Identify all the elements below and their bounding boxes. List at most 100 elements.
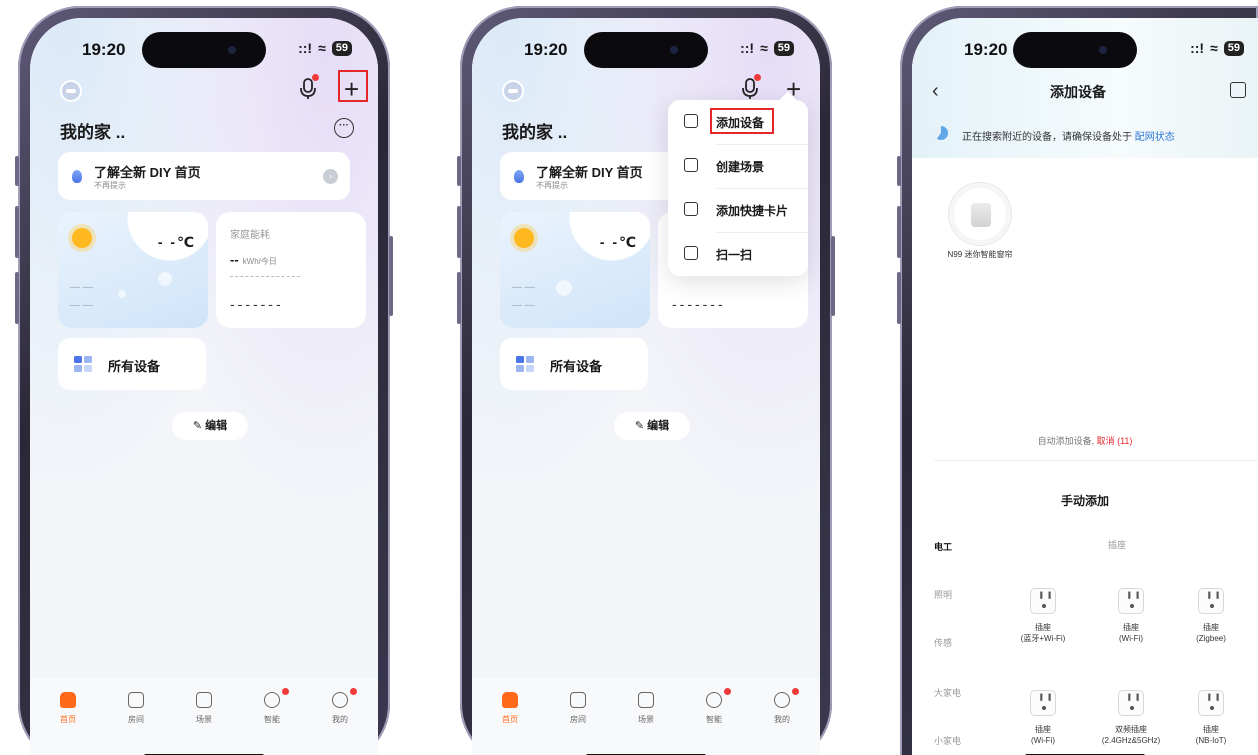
profile-icon [774, 692, 790, 708]
menu-item-label: 添加快捷卡片 [716, 204, 789, 218]
volume-up-button [897, 206, 901, 258]
socket-icon [1198, 588, 1224, 614]
device-option-name: 插座 (Wi-Fi) [1031, 725, 1055, 745]
banner-title: 了解全新 DIY 首页 [94, 165, 201, 180]
page-title: 添加设备 [1050, 84, 1106, 100]
avatar[interactable] [502, 80, 524, 102]
page-title[interactable]: 我的家 .. [60, 118, 125, 143]
tab-scenes[interactable]: 场景 [626, 692, 666, 725]
menu-item-label: 扫一扫 [716, 248, 753, 262]
tab-home[interactable]: 首页 [48, 692, 88, 725]
search-text: 正在搜索附近的设备，请确保设备处于 配网状态 [962, 128, 1175, 143]
category-electrical[interactable]: 电工 [934, 540, 952, 553]
microphone-icon[interactable] [300, 78, 316, 100]
tab-scenes[interactable]: 场景 [184, 692, 224, 725]
banner-title: 了解全新 DIY 首页 [536, 165, 643, 180]
energy-divider [230, 276, 300, 277]
battery-icon: 59 [773, 40, 794, 56]
status-time: 19:20 [524, 40, 568, 59]
all-devices-card[interactable]: 所有设备 [58, 338, 206, 390]
menu-item-label: 创建场景 [716, 160, 765, 174]
notification-dot [792, 688, 799, 695]
power-button [389, 236, 393, 316]
device-option[interactable]: 插座(Wi-Fi) [1100, 588, 1162, 644]
highlight-box [710, 108, 774, 134]
found-device-name: N99 迷你智能窗帘 [947, 250, 1013, 259]
energy-label: 家庭能耗 [230, 230, 270, 241]
network-status-link[interactable]: 配网状态 [1135, 132, 1175, 143]
sun-icon [514, 228, 534, 248]
smart-icon [706, 692, 722, 708]
wifi-icon: ≈ [1210, 40, 1218, 56]
status-time: 19:20 [964, 40, 1008, 59]
energy-card[interactable]: 家庭能耗 -- kWh/今日 ------- [216, 212, 366, 328]
category-lighting[interactable]: 照明 [934, 588, 952, 601]
cancel-auto-add[interactable]: 取消 (11) [1097, 436, 1133, 446]
action-button [15, 156, 19, 186]
tab-label: 房间 [570, 715, 586, 724]
signal-icon: ::! [298, 40, 313, 56]
tab-rooms[interactable]: 房间 [116, 692, 156, 725]
banner-dismiss[interactable]: 不再提示 [94, 180, 126, 191]
tab-bar: 首页 房间 场景 智能 我的 [472, 678, 820, 755]
status-icons: ::! ≈ 59 [740, 40, 794, 56]
category-small-appliance[interactable]: 小家电 [934, 734, 961, 747]
tab-profile[interactable]: 我的 [762, 692, 802, 725]
auto-add-line: 自动添加设备, 取消 (11) [912, 434, 1258, 447]
category-large-appliance[interactable]: 大家电 [934, 686, 961, 699]
volume-up-button [457, 206, 461, 258]
home-icon [502, 692, 518, 708]
tab-label: 首页 [502, 715, 518, 724]
menu-item-add-card[interactable]: 添加快捷卡片 [668, 188, 808, 232]
tab-profile[interactable]: 我的 [320, 692, 360, 725]
add-card-icon [684, 202, 698, 216]
edit-button[interactable]: ✎ 编辑 [172, 412, 248, 440]
page-title[interactable]: 我的家 .. [502, 118, 567, 143]
status-icons: ::! ≈ 59 [1190, 40, 1244, 56]
dynamic-island [142, 32, 266, 68]
tab-rooms[interactable]: 房间 [558, 692, 598, 725]
tab-smart[interactable]: 智能 [694, 692, 734, 725]
microphone-icon[interactable] [742, 78, 758, 100]
tab-label: 场景 [196, 715, 212, 724]
tab-bar: 首页 房间 场景 智能 我的 [30, 678, 378, 755]
menu-item-scan[interactable]: 扫一扫 [668, 232, 808, 276]
category-sensor[interactable]: 传感 [934, 636, 952, 649]
diy-banner[interactable]: 了解全新 DIY 首页 不再提示 › [58, 152, 350, 200]
edit-button[interactable]: ✎ 编辑 [614, 412, 690, 440]
scene-icon [638, 692, 654, 708]
device-option[interactable]: 插座(NB-IoT) [1180, 690, 1242, 746]
tab-smart[interactable]: 智能 [252, 692, 292, 725]
lightbulb-icon [72, 170, 82, 183]
dynamic-island [1013, 32, 1137, 68]
energy-dashes: ------- [230, 296, 284, 312]
wifi-icon: ≈ [760, 40, 768, 56]
banner-dismiss[interactable]: 不再提示 [536, 180, 568, 191]
socket-icon [1118, 690, 1144, 716]
chevron-right-icon[interactable]: › [323, 169, 338, 184]
tab-home[interactable]: 首页 [490, 692, 530, 725]
tab-label: 我的 [332, 715, 348, 724]
device-option[interactable]: 双频插座(2.4GHz&5GHz) [1100, 690, 1162, 746]
grid-icon [516, 356, 534, 372]
tab-label: 首页 [60, 715, 76, 724]
avatar[interactable] [60, 80, 82, 102]
weather-card[interactable]: - -℃ — — — — [58, 212, 208, 328]
loading-spinner-icon [934, 126, 948, 140]
all-devices-card[interactable]: 所有设备 [500, 338, 648, 390]
smart-icon [264, 692, 280, 708]
weather-dash: — — [70, 300, 93, 311]
found-device[interactable] [948, 182, 1012, 246]
weather-card[interactable]: - -℃ — — — — [500, 212, 650, 328]
device-option[interactable]: 插座(Wi-Fi) [1012, 690, 1074, 746]
manual-add-title: 手动添加 [1060, 494, 1109, 508]
device-option-name: 插座 (Zigbee) [1196, 623, 1226, 643]
ellipsis-circle-icon[interactable]: ··· [334, 118, 354, 138]
device-option[interactable]: 插座(蓝牙+Wi-Fi) [1012, 588, 1074, 644]
notification-dot [350, 688, 357, 695]
phone-add-device: 19:20 ::! ≈ 59 ‹ 添加设备 正在搜索附近的设备，请确保设备处于 … [897, 6, 1258, 755]
scan-icon[interactable] [1230, 82, 1246, 98]
action-button [897, 156, 901, 186]
device-option[interactable]: 插座(Zigbee) [1180, 588, 1242, 644]
menu-item-create-scene[interactable]: 创建场景 [668, 144, 808, 188]
